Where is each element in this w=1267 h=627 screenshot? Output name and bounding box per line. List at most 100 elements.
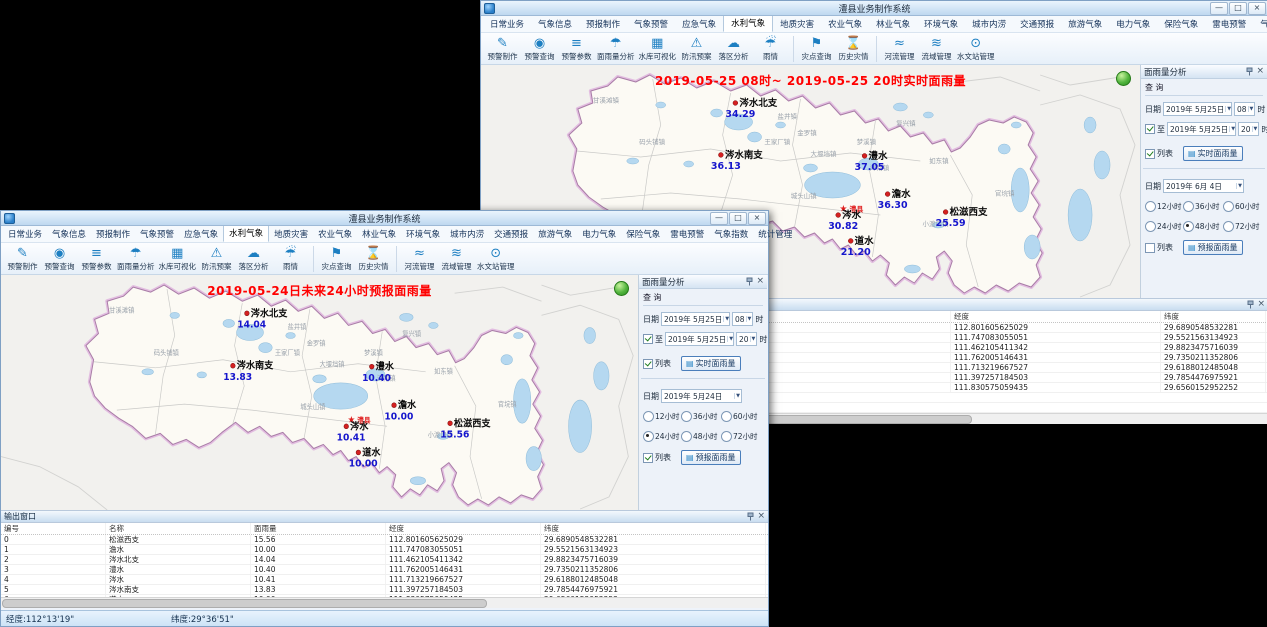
title-bar[interactable]: 澧县业务制作系统 — □ × xyxy=(1,211,768,226)
column-header-编号[interactable]: 编号 xyxy=(1,523,106,534)
menu-tab-统计管理[interactable]: 统计管理 xyxy=(753,226,797,242)
start-date-dropdown[interactable]: 2019年 5月25日▼ xyxy=(661,312,730,326)
station-dot[interactable] xyxy=(245,311,250,316)
table-row[interactable]: 0松滋西支15.56112.80160562502929.68905485322… xyxy=(1,535,768,545)
output-window-header[interactable]: 输出窗口 × xyxy=(1,511,768,523)
menu-tab-电力气象[interactable]: 电力气象 xyxy=(1109,16,1157,32)
menu-tab-雷电预警[interactable]: 雷电预警 xyxy=(665,226,709,242)
horizontal-scrollbar[interactable] xyxy=(1,597,768,608)
maximize-button[interactable]: □ xyxy=(729,212,747,225)
station-dot[interactable] xyxy=(392,403,397,408)
station-dot[interactable] xyxy=(733,101,738,106)
menu-tab-气象信息[interactable]: 气象信息 xyxy=(47,226,91,242)
toolbar-button-流域管理[interactable]: ≋流域管理 xyxy=(440,246,473,272)
close-button[interactable]: × xyxy=(748,212,766,225)
radio-12小时[interactable]: 12小时 xyxy=(643,411,681,422)
menu-tab-日常业务[interactable]: 日常业务 xyxy=(483,16,531,32)
menu-tab-气象预警[interactable]: 气象预警 xyxy=(135,226,179,242)
menu-tab-交通预报[interactable]: 交通预报 xyxy=(489,226,533,242)
table-row[interactable]: 1澹水10.00111.74708305505129.5521563134923 xyxy=(1,545,768,555)
station-dot[interactable] xyxy=(836,213,841,218)
close-button[interactable]: × xyxy=(1248,2,1266,15)
radio-72小时[interactable]: 72小时 xyxy=(721,431,761,442)
toolbar-button-河流管理[interactable]: ≈河流管理 xyxy=(883,36,916,62)
radio-48小时[interactable]: 48小时 xyxy=(1183,221,1223,232)
radio-60小时[interactable]: 60小时 xyxy=(1223,201,1263,212)
toolbar-button-预警制作[interactable]: ✎预警制作 xyxy=(486,36,519,62)
toolbar-button-历史灾情[interactable]: ⌛历史灾情 xyxy=(837,36,870,62)
toolbar-button-雨情[interactable]: ☔雨情 xyxy=(274,246,307,272)
radio-24小时[interactable]: 24小时 xyxy=(1145,221,1183,232)
toolbar-button-预警参数[interactable]: ≡预警参数 xyxy=(560,36,593,62)
table-row[interactable]: 3澧水10.40111.76200514643129.7350211352806 xyxy=(1,565,768,575)
toolbar-button-灾点查询[interactable]: ⚑灾点查询 xyxy=(320,246,353,272)
menu-tab-日常业务[interactable]: 日常业务 xyxy=(3,226,47,242)
menu-tab-地质灾害[interactable]: 地质灾害 xyxy=(269,226,313,242)
toolbar-button-流域管理[interactable]: ≋流域管理 xyxy=(920,36,953,62)
start-date-dropdown[interactable]: 2019年 5月25日▼ xyxy=(1163,102,1232,116)
list-checkbox[interactable] xyxy=(643,453,653,463)
station-dot[interactable] xyxy=(369,364,374,369)
toolbar-button-雨情[interactable]: ☔雨情 xyxy=(754,36,787,62)
column-header-经度[interactable]: 经度 xyxy=(951,311,1161,322)
column-header-纬度[interactable]: 纬度 xyxy=(1161,311,1266,322)
end-date-dropdown[interactable]: 2019年 5月25日▼ xyxy=(1167,122,1236,136)
realtime-rainfall-button[interactable]: ▤实时面雨量 xyxy=(681,356,741,371)
toolbar-button-水库可视化[interactable]: ▦水库可视化 xyxy=(639,36,677,62)
radio-48小时[interactable]: 48小时 xyxy=(681,431,721,442)
full-extent-button[interactable] xyxy=(614,281,629,296)
toolbar-button-水文站管理[interactable]: ⊙水文站管理 xyxy=(957,36,995,62)
forecast-rainfall-button[interactable]: ▤预报面雨量 xyxy=(681,450,741,465)
maximize-button[interactable]: □ xyxy=(1229,2,1247,15)
station-dot[interactable] xyxy=(862,153,867,158)
menu-tab-雷电预警[interactable]: 雷电预警 xyxy=(1205,16,1253,32)
minimize-button[interactable]: — xyxy=(710,212,728,225)
start-hour-dropdown[interactable]: 08▼ xyxy=(732,312,753,326)
pin-icon[interactable] xyxy=(1247,300,1254,309)
menu-tab-旅游气象[interactable]: 旅游气象 xyxy=(1061,16,1109,32)
toolbar-button-历史灾情[interactable]: ⌛历史灾情 xyxy=(357,246,390,272)
toolbar-button-面雨量分析[interactable]: ☂面雨量分析 xyxy=(597,36,635,62)
end-hour-dropdown[interactable]: 20▼ xyxy=(1238,122,1259,136)
station-dot[interactable] xyxy=(885,192,890,197)
panel-close-icon[interactable]: × xyxy=(1257,300,1265,309)
toolbar-button-预警参数[interactable]: ≡预警参数 xyxy=(80,246,113,272)
toolbar-button-水库可视化[interactable]: ▦水库可视化 xyxy=(159,246,197,272)
station-dot[interactable] xyxy=(718,153,723,158)
station-dot[interactable] xyxy=(943,210,948,215)
forecast-rainfall-button[interactable]: ▤预报面雨量 xyxy=(1183,240,1243,255)
toolbar-button-落区分析[interactable]: ☁落区分析 xyxy=(237,246,270,272)
pin-icon[interactable] xyxy=(747,512,754,521)
menu-tab-水利气象[interactable]: 水利气象 xyxy=(723,14,773,32)
list-checkbox[interactable] xyxy=(1145,149,1155,159)
toolbar-button-灾点查询[interactable]: ⚑灾点查询 xyxy=(800,36,833,62)
menu-tab-环境气象[interactable]: 环境气象 xyxy=(917,16,965,32)
menu-tab-气象信息[interactable]: 气象信息 xyxy=(531,16,579,32)
station-dot[interactable] xyxy=(231,363,236,368)
column-header-面雨量[interactable]: 面雨量 xyxy=(251,523,386,534)
toolbar-button-预警查询[interactable]: ◉预警查询 xyxy=(43,246,76,272)
panel-close-icon[interactable]: × xyxy=(756,277,764,286)
toolbar-button-河流管理[interactable]: ≈河流管理 xyxy=(403,246,436,272)
panel-close-icon[interactable]: × xyxy=(757,512,765,521)
toolbar-button-面雨量分析[interactable]: ☂面雨量分析 xyxy=(117,246,155,272)
panel-close-icon[interactable]: × xyxy=(1256,67,1264,76)
end-hour-dropdown[interactable]: 20▼ xyxy=(736,332,757,346)
map-canvas[interactable]: 甘溪滩镇码头铺镇盐井镇金罗镇王家厂镇复兴镇梦溪镇大堰垱镇涔南镇如东镇城头山镇小渡… xyxy=(1,275,639,510)
menu-tab-水利气象[interactable]: 水利气象 xyxy=(223,224,269,242)
to-checkbox[interactable] xyxy=(643,334,653,344)
radio-36小时[interactable]: 36小时 xyxy=(681,411,721,422)
toolbar-button-预警查询[interactable]: ◉预警查询 xyxy=(523,36,556,62)
toolbar-button-水文站管理[interactable]: ⊙水文站管理 xyxy=(477,246,515,272)
pin-icon[interactable] xyxy=(1246,67,1253,76)
station-dot[interactable] xyxy=(448,421,453,426)
menu-tab-保险气象[interactable]: 保险气象 xyxy=(621,226,665,242)
toolbar-button-落区分析[interactable]: ☁落区分析 xyxy=(717,36,750,62)
menu-tab-电力气象[interactable]: 电力气象 xyxy=(577,226,621,242)
panel-header[interactable]: 面雨量分析 × xyxy=(1141,65,1267,79)
menu-tab-地质灾害[interactable]: 地质灾害 xyxy=(773,16,821,32)
radio-72小时[interactable]: 72小时 xyxy=(1223,221,1263,232)
start-hour-dropdown[interactable]: 08▼ xyxy=(1234,102,1255,116)
table-row[interactable]: 4涔水10.41111.71321966752729.6188012485048 xyxy=(1,575,768,585)
menu-tab-农业气象[interactable]: 农业气象 xyxy=(821,16,869,32)
